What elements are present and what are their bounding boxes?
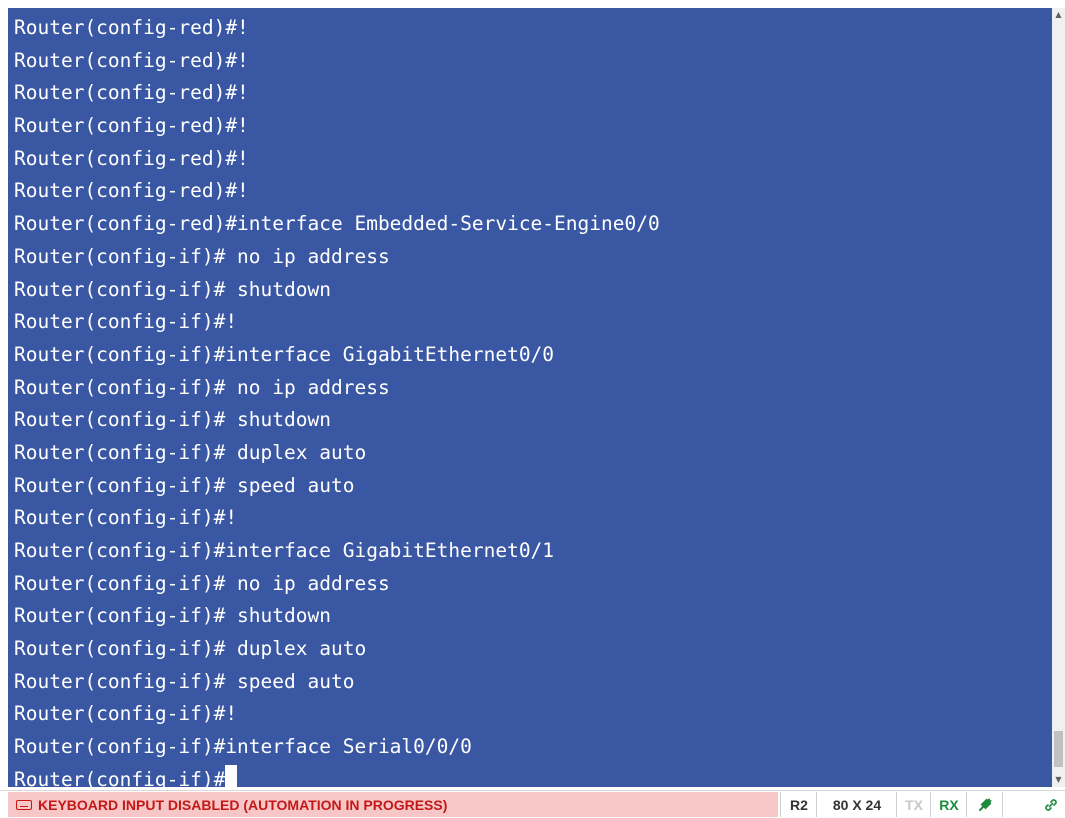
terminal-line: Router(config-if)#interface GigabitEther… xyxy=(14,539,555,562)
rx-indicator: RX xyxy=(930,792,967,817)
terminal-dimensions: 80 X 24 xyxy=(816,792,897,817)
terminal-line: Router(config-if)# duplex auto xyxy=(14,637,367,661)
terminal-line: Router(config-red)#! xyxy=(14,81,249,105)
terminal-line: Router(config-if)# no ip address xyxy=(14,375,390,399)
device-name: R2 xyxy=(780,792,817,817)
keyboard-icon xyxy=(16,799,32,810)
terminal-line: Router(config-if)# speed auto xyxy=(14,669,355,693)
console-window: Router(config-red)#! Router(config-red)#… xyxy=(0,0,1065,818)
terminal-line: Router(config-if)#! xyxy=(14,702,238,726)
terminal-line: Router(config-if)#interface Serial0/0/0 xyxy=(14,735,472,759)
terminal-prompt: Router(config-if)# xyxy=(14,767,226,787)
plug-connected-icon[interactable] xyxy=(966,792,1003,817)
terminal-line: Router(config-if)#interface GigabitEther… xyxy=(14,342,555,366)
terminal-line: Router(config-red)#! xyxy=(14,16,249,39)
terminal-line: Router(config-red)#interface Embedded-Se… xyxy=(14,212,660,236)
automation-warning: KEYBOARD INPUT DISABLED (AUTOMATION IN P… xyxy=(8,792,778,817)
terminal-line: Router(config-if)# no ip address xyxy=(14,571,390,595)
link-icon[interactable] xyxy=(1002,792,1065,817)
status-bar: KEYBOARD INPUT DISABLED (AUTOMATION IN P… xyxy=(0,790,1065,818)
terminal-line: Router(config-red)#! xyxy=(14,48,249,72)
terminal-line: Router(config-if)# shutdown xyxy=(14,408,331,432)
scrollbar-thumb[interactable] xyxy=(1054,731,1063,767)
terminal-screen[interactable]: Router(config-red)#! Router(config-red)#… xyxy=(8,8,1052,787)
terminal-line: Router(config-if)# duplex auto xyxy=(14,440,367,464)
terminal-line: Router(config-if)#! xyxy=(14,310,238,334)
tx-indicator: TX xyxy=(896,792,931,817)
terminal-line: Router(config-if)#! xyxy=(14,506,238,530)
terminal-line: Router(config-if)# shutdown xyxy=(14,604,331,628)
terminal-prompt-line[interactable]: Router(config-if)# xyxy=(14,764,660,787)
automation-warning-text: KEYBOARD INPUT DISABLED (AUTOMATION IN P… xyxy=(38,796,448,813)
terminal-output: Router(config-red)#! Router(config-red)#… xyxy=(14,12,660,787)
terminal-line: Router(config-red)#! xyxy=(14,179,249,203)
text-cursor xyxy=(225,764,238,787)
vertical-scrollbar[interactable]: ▲ ▼ xyxy=(1052,8,1065,787)
terminal-line: Router(config-if)# speed auto xyxy=(14,473,355,497)
terminal-line: Router(config-if)# no ip address xyxy=(14,244,390,268)
terminal-line: Router(config-if)# shutdown xyxy=(14,277,331,301)
scroll-up-arrow-icon[interactable]: ▲ xyxy=(1052,8,1065,22)
scroll-down-arrow-icon[interactable]: ▼ xyxy=(1052,773,1065,787)
terminal-line: Router(config-red)#! xyxy=(14,114,249,138)
terminal-line: Router(config-red)#! xyxy=(14,146,249,170)
